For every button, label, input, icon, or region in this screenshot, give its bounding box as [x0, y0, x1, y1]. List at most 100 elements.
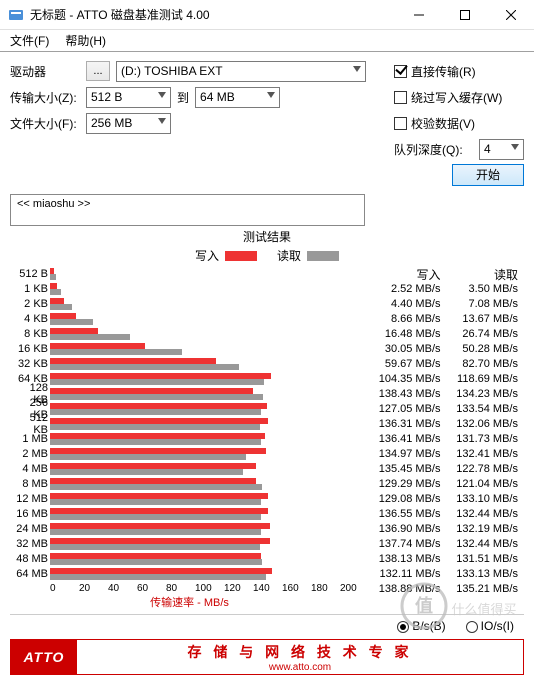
table-row: 129.29 MB/s121.04 MB/s — [369, 478, 524, 493]
chart-row: 24 MB — [10, 521, 369, 536]
title-bar: 无标题 - ATTO 磁盘基准测试 4.00 — [0, 0, 534, 30]
y-label: 2 KB — [12, 298, 50, 310]
iops-radio[interactable]: IO/s(I) — [466, 619, 514, 633]
y-label: 2 MB — [12, 448, 50, 460]
chevron-down-icon — [158, 118, 166, 124]
read-bar — [50, 469, 243, 475]
description-box[interactable]: << miaoshu >> — [10, 194, 365, 226]
chevron-down-icon — [511, 144, 519, 150]
chart-row: 32 MB — [10, 536, 369, 551]
table-row: 138.43 MB/s134.23 MB/s — [369, 388, 524, 403]
banner-line1: 存 储 与 网 络 技 术 专 家 — [77, 642, 523, 662]
table-row: 136.90 MB/s132.19 MB/s — [369, 523, 524, 538]
table-row: 127.05 MB/s133.54 MB/s — [369, 403, 524, 418]
banner[interactable]: ATTO 存 储 与 网 络 技 术 专 家 www.atto.com — [10, 639, 524, 675]
y-label: 8 KB — [12, 328, 50, 340]
chart-row: 48 MB — [10, 551, 369, 566]
x-axis: 020406080100120140160180200 — [10, 583, 369, 594]
y-label: 64 MB — [12, 568, 50, 580]
chart-row: 1 KB — [10, 281, 369, 296]
close-button[interactable] — [488, 0, 534, 30]
banner-line2: www.atto.com — [77, 662, 523, 673]
options-panel: 直接传输(R) 绕过写入缓存(W) 校验数据(V) 队列深度(Q):4 开始 — [394, 58, 524, 188]
read-bar — [50, 499, 261, 505]
queue-depth-input[interactable]: 4 — [479, 139, 524, 160]
chevron-down-icon — [353, 66, 361, 72]
drive-combo[interactable]: (D:) TOSHIBA EXT — [116, 61, 366, 82]
read-bar — [50, 574, 266, 580]
table-row: 138.13 MB/s131.51 MB/s — [369, 553, 524, 568]
window-title: 无标题 - ATTO 磁盘基准测试 4.00 — [30, 6, 396, 23]
table-row: 8.66 MB/s13.67 MB/s — [369, 313, 524, 328]
chart-row: 128 KB — [10, 386, 369, 401]
read-bar — [50, 379, 264, 385]
verify-data-checkbox[interactable] — [394, 117, 407, 130]
y-label: 12 MB — [12, 493, 50, 505]
read-bar — [50, 364, 239, 370]
chart-row: 1 MB — [10, 431, 369, 446]
to-label: 到 — [177, 89, 189, 106]
controls-panel: 驱动器 ... (D:) TOSHIBA EXT 传输大小(Z): 512 B … — [10, 58, 384, 188]
transfer-size-from-combo[interactable]: 512 B — [86, 87, 171, 108]
atto-logo: ATTO — [11, 640, 77, 674]
bypass-cache-checkbox[interactable] — [394, 91, 407, 104]
chart-row: 2 KB — [10, 296, 369, 311]
y-label: 32 MB — [12, 538, 50, 550]
legend: 写入 读取 — [10, 247, 524, 264]
chart-row: 4 MB — [10, 461, 369, 476]
app-icon — [8, 7, 24, 23]
table-row: 132.11 MB/s133.13 MB/s — [369, 568, 524, 583]
bps-radio[interactable]: B/s(B) — [397, 619, 445, 633]
start-button[interactable]: 开始 — [452, 164, 524, 186]
chart-row: 16 MB — [10, 506, 369, 521]
y-label: 48 MB — [12, 553, 50, 565]
table-row: 136.55 MB/s132.44 MB/s — [369, 508, 524, 523]
table-row: 135.45 MB/s122.78 MB/s — [369, 463, 524, 478]
table-row: 104.35 MB/s118.69 MB/s — [369, 373, 524, 388]
transfer-size-to-combo[interactable]: 64 MB — [195, 87, 280, 108]
read-bar — [50, 349, 182, 355]
table-row: 138.88 MB/s135.21 MB/s — [369, 583, 524, 598]
minimize-button[interactable] — [396, 0, 442, 30]
read-swatch — [307, 251, 339, 261]
chart-row: 8 KB — [10, 326, 369, 341]
table-row: 4.40 MB/s7.08 MB/s — [369, 298, 524, 313]
y-label: 1 KB — [12, 283, 50, 295]
y-label: 24 MB — [12, 523, 50, 535]
chart-row: 512 B — [10, 266, 369, 281]
results-chart: 512 B 1 KB 2 KB 4 KB 8 KB 16 KB 32 KB64 KB128 … — [10, 266, 369, 610]
table-row: 16.48 MB/s26.74 MB/s — [369, 328, 524, 343]
direct-io-checkbox[interactable] — [394, 65, 407, 78]
chart-row: 32 KB — [10, 356, 369, 371]
browse-button[interactable]: ... — [86, 61, 110, 81]
read-bar — [50, 559, 262, 565]
read-bar — [50, 319, 93, 325]
read-bar — [50, 484, 262, 490]
read-bar — [50, 409, 261, 415]
unit-radios: B/s(B) IO/s(I) — [10, 614, 524, 635]
table-row: 30.05 MB/s50.28 MB/s — [369, 343, 524, 358]
menu-file[interactable]: 文件(F) — [4, 30, 55, 51]
read-bar — [50, 334, 130, 340]
chevron-down-icon — [158, 92, 166, 98]
y-label: 4 KB — [12, 313, 50, 325]
chevron-down-icon — [267, 92, 275, 98]
chart-row: 512 KB — [10, 416, 369, 431]
read-bar — [50, 514, 261, 520]
chart-row: 16 KB — [10, 341, 369, 356]
chart-row: 64 KB — [10, 371, 369, 386]
table-row: 2.52 MB/s3.50 MB/s — [369, 283, 524, 298]
table-row: 59.67 MB/s82.70 MB/s — [369, 358, 524, 373]
file-size-combo[interactable]: 256 MB — [86, 113, 171, 134]
y-label: 32 KB — [12, 358, 50, 370]
maximize-button[interactable] — [442, 0, 488, 30]
read-bar — [50, 289, 61, 295]
y-label: 16 KB — [12, 343, 50, 355]
y-label: 8 MB — [12, 478, 50, 490]
read-bar — [50, 529, 261, 535]
chart-row: 4 KB — [10, 311, 369, 326]
chart-row: 12 MB — [10, 491, 369, 506]
y-label: 512 B — [12, 268, 50, 280]
menu-help[interactable]: 帮助(H) — [59, 30, 112, 51]
read-bar — [50, 304, 72, 310]
